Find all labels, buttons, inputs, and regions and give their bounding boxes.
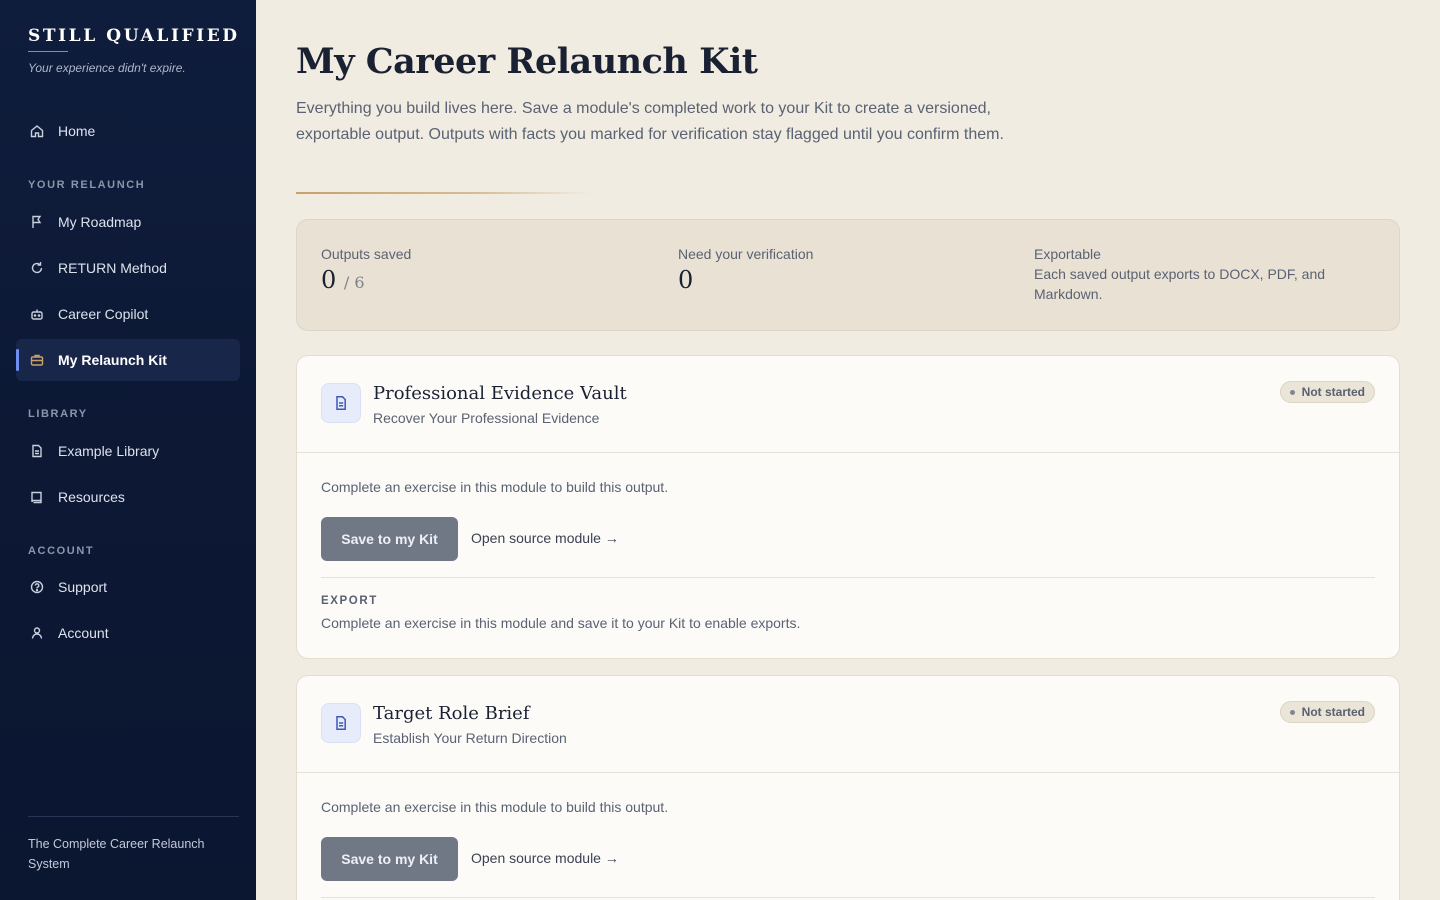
card-header: Target Role Brief Establish Your Return … [297,676,1399,773]
sidebar-item-label: Career Copilot [58,306,149,322]
save-to-kit-button[interactable]: Save to my Kit [321,837,458,881]
card-subtitle: Recover Your Professional Evidence [373,410,600,426]
card-subtitle: Establish Your Return Direction [373,730,567,746]
user-icon [30,626,44,640]
nav-section-relaunch: YOUR RELAUNCH [28,179,146,191]
card-title: Target Role Brief [373,703,530,724]
sidebar-item-return-method[interactable]: RETURN Method [16,247,240,289]
sidebar-item-label: My Roadmap [58,214,142,230]
stat-description: Each saved output exports to DOCX, PDF, … [1034,266,1326,302]
save-to-kit-button[interactable]: Save to my Kit [321,517,458,561]
stats-panel: Outputs saved 0 / 6 Need your verificati… [296,219,1400,331]
sidebar-footer: The Complete Career Relaunch System [28,837,205,871]
card-divider [321,577,1375,578]
stat-label: Need your verification [678,246,814,262]
page-title: My Career Relaunch Kit [296,41,758,82]
output-card-evidence-vault: Professional Evidence Vault Recover Your… [296,355,1400,659]
sidebar-item-label: Example Library [58,443,160,459]
help-circle-icon [30,580,44,594]
sidebar-item-label: My Relaunch Kit [58,352,167,368]
status-badge: Not started [1279,701,1375,723]
nav-section-library: LIBRARY [28,408,88,420]
status-dot-icon [1289,389,1295,395]
sidebar-item-label: RETURN Method [58,260,167,276]
sidebar-item-resources[interactable]: Resources [16,476,240,518]
card-hint: Complete an exercise in this module to b… [321,479,669,495]
brand-tagline: Your experience didn't expire. [28,61,186,75]
sidebar-item-label: Resources [58,489,125,505]
sidebar: STILL QUALIFIED Your experience didn't e… [0,0,256,900]
sidebar-item-career-copilot[interactable]: Career Copilot [16,293,240,335]
stat-label: Exportable [1034,246,1101,262]
sidebar-item-home[interactable]: Home [16,110,240,152]
open-source-module-link[interactable]: Open source module → [471,850,619,866]
book-icon [30,490,44,504]
robot-icon [30,307,44,321]
stat-label: Outputs saved [321,246,412,262]
sidebar-item-example-library[interactable]: Example Library [16,430,240,472]
sidebar-item-relaunch-kit[interactable]: My Relaunch Kit [16,339,240,381]
saved-total: / 6 [343,273,365,292]
stat-exportable: Exportable Each saved output exports to … [1034,246,1364,304]
flag-icon [30,215,44,229]
status-text: Not started [1301,705,1365,719]
output-card-target-role-brief: Target Role Brief Establish Your Return … [296,675,1400,900]
status-badge: Not started [1279,381,1375,403]
card-header: Professional Evidence Vault Recover Your… [297,356,1399,453]
document-icon [30,444,44,458]
brand-name[interactable]: STILL QUALIFIED [28,26,240,46]
brand: STILL QUALIFIED Your experience didn't e… [28,26,240,75]
stat-value: 0 / 6 [321,266,411,294]
sidebar-divider [28,816,239,817]
sidebar-item-label: Support [58,579,108,595]
card-title: Professional Evidence Vault [373,383,627,404]
title-divider [296,192,592,194]
status-text: Not started [1301,385,1365,399]
sidebar-item-label: Account [58,625,109,641]
document-icon [321,383,361,423]
export-text: Complete an exercise in this module and … [321,615,801,631]
briefcase-icon [30,353,44,367]
home-icon [30,124,44,138]
refresh-icon [30,261,44,275]
sidebar-item-support[interactable]: Support [16,566,240,608]
card-divider [321,897,1375,898]
nav-section-account: ACCOUNT [28,545,95,557]
sidebar-item-label: Home [58,123,96,139]
saved-count: 0 [321,266,337,294]
open-source-module-link[interactable]: Open source module → [471,530,619,546]
document-icon [321,703,361,743]
stat-outputs-saved: Outputs saved 0 / 6 [321,246,411,294]
brand-rule [28,51,68,52]
sidebar-item-account[interactable]: Account [16,612,240,654]
card-hint: Complete an exercise in this module to b… [321,799,669,815]
page-intro: Everything you build lives here. Save a … [296,100,1004,143]
stat-need-verification: Need your verification 0 [678,246,813,294]
export-label: EXPORT [321,595,378,607]
verification-count: 0 [678,266,694,294]
status-dot-icon [1289,709,1295,715]
sidebar-item-roadmap[interactable]: My Roadmap [16,201,240,243]
